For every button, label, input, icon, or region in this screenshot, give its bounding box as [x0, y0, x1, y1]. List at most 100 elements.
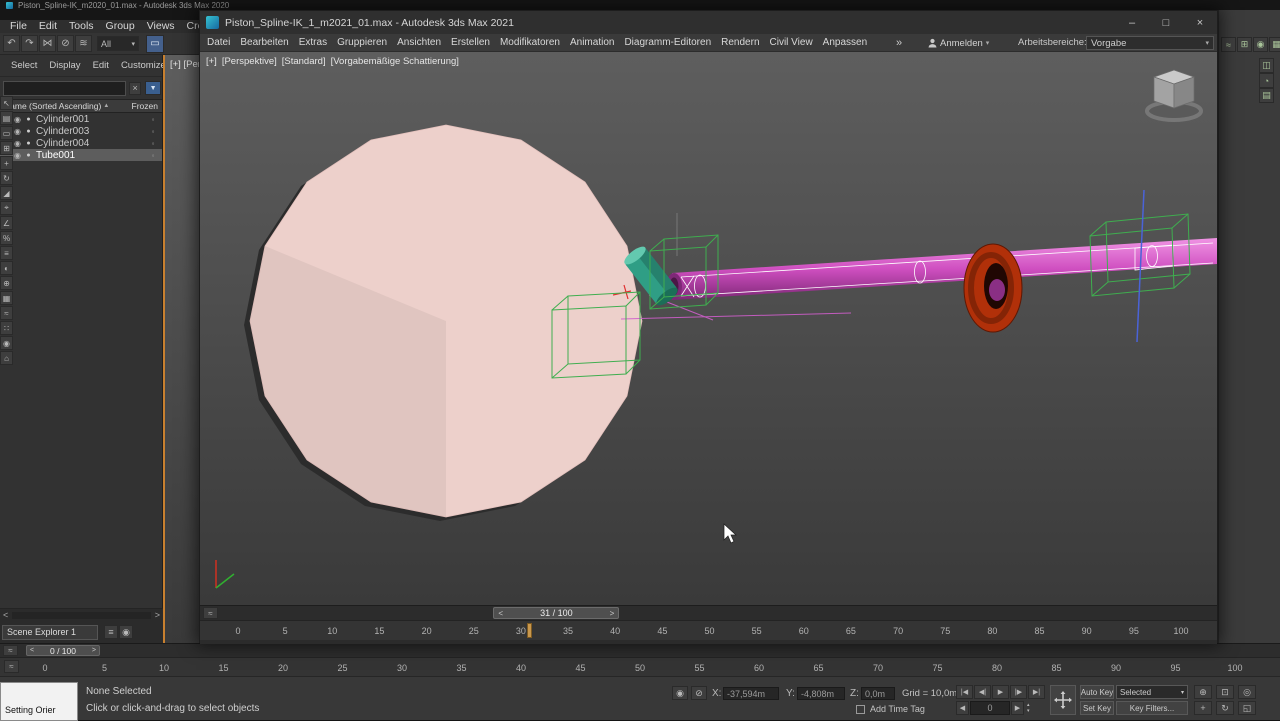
previous-frame-arrow[interactable]: <	[30, 647, 34, 654]
explorer-column-header[interactable]: Name (Sorted Ascending) ▲ Frozen	[0, 99, 162, 113]
next-frame-arrow[interactable]: >	[610, 609, 615, 618]
select-and-move-icon[interactable]: +	[0, 156, 13, 170]
mini-curve-editor-button[interactable]: ≈	[203, 607, 218, 619]
bg-menu-edit[interactable]: Edit	[33, 20, 63, 33]
fg-menu-bearbeiten[interactable]: Bearbeiten	[235, 34, 293, 52]
fg-menu-erstellen[interactable]: Erstellen	[446, 34, 495, 52]
pan-icon[interactable]: +	[1194, 701, 1212, 715]
mirror-icon[interactable]: ◐	[0, 261, 13, 275]
select-and-scale-icon[interactable]: ◢	[0, 186, 13, 200]
background-track-bar[interactable]: ≈ 0 5 10 15 20 25 30 35 40 45 50 55 60 65 70 75 80 85 90 95…	[0, 657, 1280, 676]
maxscript-mini-listener[interactable]: Setting Orier	[0, 682, 78, 721]
mini-curve-editor-button[interactable]: ≈	[3, 645, 18, 656]
toolbar-overflow-button[interactable]: »	[896, 34, 902, 52]
orbit-icon[interactable]: ↻	[1216, 701, 1234, 715]
maximize-viewport-icon[interactable]: ◱	[1238, 701, 1256, 715]
perspective-viewport[interactable]: [+] [Perspektive] [Standard] [Vorgabemäß…	[200, 52, 1217, 605]
zoom-icon[interactable]: ⊕	[1194, 685, 1212, 699]
material-editor-icon[interactable]: ◉	[1253, 37, 1268, 52]
set-keys-button[interactable]	[1050, 685, 1076, 715]
torus-object[interactable]	[963, 243, 1023, 333]
fg-menu-datei[interactable]: Datei	[202, 34, 235, 52]
time-slider-track[interactable]: ≈ < 31 / 100 >	[200, 605, 1217, 620]
previous-frame-arrow[interactable]: <	[498, 609, 503, 618]
go-to-start-button[interactable]: |◀	[956, 685, 973, 699]
frozen-toggle[interactable]: ◦	[144, 115, 162, 124]
render-setup-icon[interactable]: ⌂	[0, 351, 13, 365]
schematic-view-icon[interactable]: ∷	[0, 321, 13, 335]
viewport-shading-menu[interactable]: [Vorgabemäßige Schattierung]	[331, 56, 459, 67]
snap-toggle-icon[interactable]: ∠	[0, 216, 13, 230]
scroll-left-icon[interactable]: <	[3, 610, 8, 620]
name-column-header[interactable]: Name (Sorted Ascending)	[4, 101, 101, 111]
pivot-icon[interactable]: ⌖	[0, 201, 13, 215]
fg-menu-rendern[interactable]: Rendern	[716, 34, 764, 52]
selection-region-icon[interactable]: ▭	[0, 126, 13, 140]
next-frame-arrow[interactable]: >	[92, 647, 96, 654]
bg-menu-cre[interactable]: Cre	[181, 20, 199, 33]
align-icon[interactable]: ⊕	[0, 276, 13, 290]
clear-search-icon[interactable]: ×	[129, 81, 142, 95]
active-selection-region-icon[interactable]: ▭	[146, 34, 164, 53]
frozen-column-header[interactable]: Frozen	[132, 101, 158, 111]
schematic-view-icon[interactable]: ⊞	[1237, 37, 1252, 52]
y-coordinate-field[interactable]: -4,808m	[797, 687, 845, 700]
window-crossing-icon[interactable]: ⊞	[0, 141, 13, 155]
selection-lock-toggle[interactable]: ⊘	[691, 686, 707, 700]
explorer-menu-edit[interactable]: Edit	[88, 60, 114, 71]
selected-set-dropdown[interactable]: Selected ▾	[1116, 685, 1188, 699]
explorer-horizontal-scrollbar[interactable]: < >	[0, 608, 163, 621]
play-button[interactable]: ▶	[992, 685, 1009, 699]
zoom-extents-icon[interactable]: ⊡	[1216, 685, 1234, 699]
next-frame-button[interactable]: |▶	[1010, 685, 1027, 699]
key-filters-button[interactable]: Key Filters...	[1116, 701, 1188, 715]
z-coordinate-field[interactable]: 0,0m	[861, 687, 895, 700]
scroll-right-icon[interactable]: >	[155, 610, 160, 620]
select-object-icon[interactable]: ↖	[0, 96, 13, 110]
percent-snap-icon[interactable]: %	[0, 231, 13, 245]
frozen-toggle[interactable]: ◦	[144, 151, 162, 160]
fg-menu-modifikatoren[interactable]: Modifikatoren	[495, 34, 565, 52]
filter-icon[interactable]: ▼	[145, 81, 161, 95]
add-time-tag-button[interactable]: Add Time Tag	[870, 704, 925, 714]
track-bar[interactable]: 0 5 10 15 20 25 30 35 40 45 50 55 60 65 70 75 80 85 90 95 10…	[200, 620, 1217, 640]
scene-explorer-tab[interactable]: Scene Explorer 1	[2, 624, 98, 640]
background-viewport[interactable]: [+] [Persp	[163, 55, 199, 643]
explorer-menu-select[interactable]: Select	[6, 60, 42, 71]
set-key-button[interactable]: Set Key	[1080, 701, 1114, 715]
fg-menu-animation[interactable]: Animation	[565, 34, 619, 52]
background-time-slider[interactable]: ≈ < 0 / 100 >	[0, 643, 1280, 657]
render-production-icon[interactable]: ◔	[1259, 73, 1274, 88]
bg-menu-tools[interactable]: Tools	[63, 20, 100, 33]
bind-to-space-warp-icon[interactable]: ≋	[75, 35, 92, 52]
x-coordinate-field[interactable]: -37,594m	[723, 687, 779, 700]
select-and-link-icon[interactable]: ⋈	[39, 35, 56, 52]
explorer-row-cylinder001[interactable]: ▸◉●Cylinder001◦	[0, 113, 162, 125]
viewport-plus-menu[interactable]: [+]	[206, 56, 217, 67]
named-sets-icon[interactable]: ≡	[0, 246, 13, 260]
field-of-view-icon[interactable]: ◎	[1238, 685, 1256, 699]
explorer-search-input[interactable]	[3, 80, 126, 96]
fg-menu-civil-view[interactable]: Civil View	[765, 34, 818, 52]
piston-rod-object[interactable]	[666, 238, 1217, 300]
piston-disc-object[interactable]	[244, 124, 643, 521]
render-setup-icon[interactable]: ▦	[1269, 37, 1280, 52]
select-by-name-icon[interactable]: ▤	[0, 111, 13, 125]
frozen-toggle[interactable]: ◦	[144, 127, 162, 136]
scrollbar-track[interactable]	[12, 611, 151, 619]
next-frame-button[interactable]: ▶	[1011, 701, 1024, 715]
explorer-row-cylinder003[interactable]: ◉ ● Cylinder003 ◦	[0, 125, 162, 137]
rendered-frame-icon[interactable]: ◫	[1259, 58, 1274, 73]
explorer-row-cylinder004[interactable]: ◉ ● Cylinder004 ◦	[0, 137, 162, 149]
time-slider-handle[interactable]: < 31 / 100 >	[493, 607, 620, 619]
bg-menu-group[interactable]: Group	[100, 20, 141, 33]
auto-key-button[interactable]: Auto Key	[1080, 685, 1114, 699]
unlink-selection-icon[interactable]: ⊘	[57, 35, 74, 52]
close-button[interactable]: ×	[1183, 11, 1217, 34]
curve-editor-icon[interactable]: ≈	[0, 306, 13, 320]
maximize-button[interactable]: □	[1149, 11, 1183, 34]
fg-menu-anpassen[interactable]: Anpassen	[818, 34, 872, 52]
frame-spinner[interactable]: ▴ ▾	[1027, 702, 1030, 714]
viewport-view-menu[interactable]: [Perspektive]	[222, 56, 277, 67]
foreground-titlebar[interactable]: Piston_Spline-IK_1_m2021_01.max - Autode…	[200, 11, 1217, 34]
